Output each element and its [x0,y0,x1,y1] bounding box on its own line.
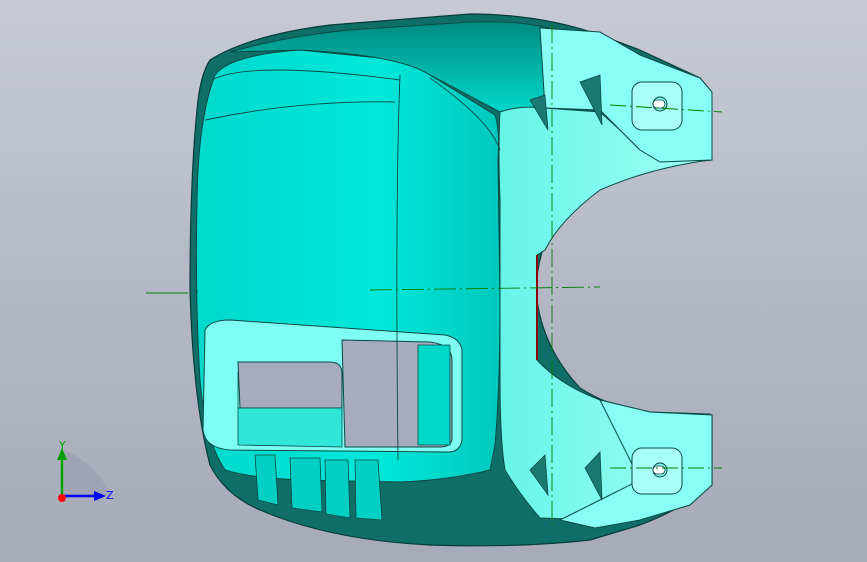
mount-boss-top [631,81,683,131]
triad-plane [64,450,110,496]
mount-boss-bottom [631,447,683,495]
z-axis-label: Z [106,489,114,502]
3d-viewport[interactable]: Y Z [0,0,867,562]
axis-triad-icon: Y Z [57,439,114,502]
part-model[interactable] [0,0,867,562]
window-cutout [202,319,463,453]
y-axis-label: Y [58,439,66,452]
x-axis-point-icon [58,494,66,502]
